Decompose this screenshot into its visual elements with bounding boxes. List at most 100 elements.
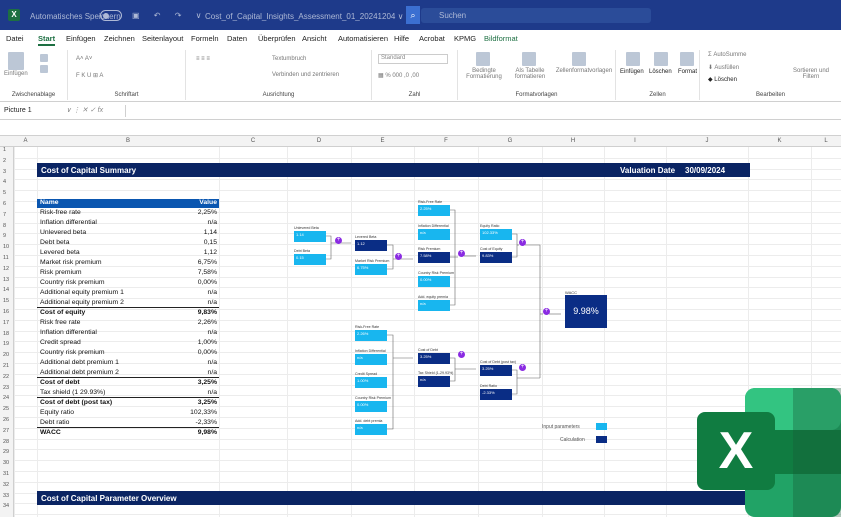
delete-cells-icon[interactable]: [654, 52, 668, 66]
box-label-crp1: Country Risk Premium: [418, 271, 454, 275]
overview-title: Cost of Capital Parameter Overview: [41, 494, 177, 503]
legend-calc-swatch: [596, 436, 607, 443]
box-eqratio[interactable]: 102.33%: [480, 229, 512, 240]
tab-acrobat[interactable]: Acrobat: [419, 34, 445, 43]
box-debtbeta[interactable]: 0.15: [294, 254, 326, 265]
tab-start[interactable]: Start: [38, 34, 56, 46]
format-cells-button[interactable]: Format: [678, 69, 697, 75]
connector-line: [525, 244, 541, 378]
copy-icon[interactable]: [40, 65, 48, 73]
box-rf1[interactable]: 2.25%: [418, 205, 450, 216]
name-box[interactable]: Picture 1: [2, 105, 62, 117]
format-cells-icon[interactable]: [680, 52, 694, 66]
tab-kpmg[interactable]: KPMG: [454, 34, 476, 43]
box-cod[interactable]: 3.25%: [418, 353, 450, 364]
tab-zeichnen[interactable]: Zeichnen: [104, 34, 135, 43]
box-riskprem[interactable]: 7.58%: [418, 252, 450, 263]
font-size-controls[interactable]: A˄ A˅: [76, 56, 92, 62]
tab-hilfe[interactable]: Hilfe: [394, 34, 409, 43]
formula-input[interactable]: [0, 120, 841, 136]
number-format-icons[interactable]: ▦ % 000 ,0 ,00: [378, 72, 419, 79]
clear-button[interactable]: ◆ Löschen: [708, 76, 737, 83]
box-label-rf1: Risk-Free Rate: [418, 200, 443, 204]
fill-label: Ausfüllen: [714, 65, 740, 71]
cell-styles-button[interactable]: Zellenformatvorlagen: [554, 68, 614, 74]
search-input[interactable]: Suchen: [421, 8, 651, 23]
paste-button[interactable]: Einfügen: [4, 71, 28, 77]
connector-line: [326, 235, 332, 260]
box-infl2[interactable]: n/a: [355, 354, 387, 365]
tab-datei[interactable]: Datei: [6, 34, 24, 43]
wrap-text-button[interactable]: Textumbruch: [272, 56, 306, 62]
box-addeq[interactable]: n/a: [418, 300, 450, 311]
format-as-table-button[interactable]: Als Tabelle formatieren: [508, 68, 552, 80]
fill-button[interactable]: ⬇ Ausfüllen: [708, 64, 739, 71]
box-mrp[interactable]: 6.75%: [355, 264, 387, 275]
conditional-format-icon[interactable]: [476, 52, 490, 66]
box-debtratio[interactable]: -2.33%: [480, 389, 512, 400]
group-label-clipboard: Zwischenablage: [11, 92, 56, 98]
box-taxshield[interactable]: n/a: [418, 376, 450, 387]
plus-node-icon: +: [458, 250, 465, 257]
box-infl1[interactable]: n/a: [418, 229, 450, 240]
conditional-format-button[interactable]: Bedingte Formatierung: [462, 68, 506, 80]
box-crp1[interactable]: 0.00%: [418, 276, 450, 287]
box-unlevered[interactable]: 1.14: [294, 231, 326, 242]
fx-icon[interactable]: ∨ ⋮ ✕ ✓ fx: [66, 105, 126, 117]
box-label-taxshield: Tax Shield (1-29.93%): [418, 371, 454, 375]
tab-ansicht[interactable]: Ansicht: [302, 34, 327, 43]
font-style-buttons[interactable]: F K U ⊞ A: [76, 72, 103, 79]
formula-bar: Picture 1 ∨ ⋮ ✕ ✓ fx: [0, 102, 841, 120]
tab-bildformat[interactable]: Bildformat: [484, 34, 518, 43]
group-alignment: Textumbruch Verbinden und zentrieren ≡ ≡…: [186, 50, 372, 100]
merge-center-button[interactable]: Verbinden und zentrieren: [272, 72, 339, 78]
excel-window: X Automatisches Speichern ▣ ↶ ↷ ∨ Cost_o…: [0, 0, 841, 517]
connector-line: [450, 209, 456, 306]
paste-icon[interactable]: [8, 52, 24, 70]
box-label-debtratio: Debt Ratio: [480, 384, 497, 388]
tab-automatisieren[interactable]: Automatisieren: [338, 34, 388, 43]
tab-ueberpruefen[interactable]: Überprüfen: [258, 34, 296, 43]
insert-cells-button[interactable]: Einfügen: [620, 69, 644, 75]
sort-filter-button[interactable]: Sortieren und Filtern: [786, 68, 836, 80]
box-label-codpt: Cost of Debt (post tax): [480, 360, 516, 364]
tab-einfuegen[interactable]: Einfügen: [66, 34, 96, 43]
clear-label: Löschen: [714, 77, 737, 83]
overview-header-band: Cost of Capital Parameter Overview: [37, 491, 750, 505]
box-credit[interactable]: 1.00%: [355, 377, 387, 388]
group-editing: Σ AutoSumme ⬇ Ausfüllen ◆ Löschen Sortie…: [700, 50, 841, 100]
file-name[interactable]: Cost_of_Capital_Insights_Assessment_01_2…: [205, 12, 403, 21]
box-label-credit: Credit Spread: [355, 372, 378, 376]
align-icons[interactable]: ≡ ≡ ≡: [196, 56, 210, 62]
group-label-editing: Bearbeiten: [755, 92, 786, 98]
box-levered[interactable]: 1.12: [355, 240, 387, 251]
box-rf2[interactable]: 2.26%: [355, 330, 387, 341]
box-coe[interactable]: 9.83%: [480, 252, 512, 263]
tab-formeln[interactable]: Formeln: [191, 34, 219, 43]
box-label-eqratio: Equity Ratio: [480, 224, 500, 228]
box-label-debtbeta: Debt Beta: [294, 249, 310, 253]
box-codpt[interactable]: 3.25%: [480, 365, 512, 376]
autosum-button[interactable]: Σ AutoSumme: [708, 52, 746, 58]
box-label-crp2: Country Risk Premium: [355, 396, 391, 400]
legend-input-swatch: [596, 423, 607, 430]
tab-seitenlayout[interactable]: Seitenlayout: [142, 34, 183, 43]
box-adddebt[interactable]: n/a: [355, 424, 387, 435]
wacc-result-box[interactable]: 9.98%: [565, 295, 607, 328]
number-format-select[interactable]: Standard: [378, 54, 448, 64]
group-number: Standard ▦ % 000 ,0 ,00 Zahl: [372, 50, 458, 100]
box-label-coe: Cost of Equity: [480, 247, 503, 251]
cut-icon[interactable]: [40, 54, 48, 62]
box-label-addeq: Add. equity premia: [418, 295, 448, 299]
box-crp2[interactable]: 0.00%: [355, 401, 387, 412]
cell-styles-icon[interactable]: [572, 52, 586, 66]
tab-daten[interactable]: Daten: [227, 34, 247, 43]
format-as-table-icon[interactable]: [522, 52, 536, 66]
insert-cells-icon[interactable]: [626, 52, 640, 66]
delete-cells-button[interactable]: Löschen: [649, 69, 672, 75]
quick-access-toolbar[interactable]: ▣ ↶ ↷ ∨: [132, 11, 208, 20]
search-icon[interactable]: ⌕: [406, 6, 420, 24]
connector-line: [450, 357, 456, 382]
autosave-toggle[interactable]: [100, 10, 122, 21]
legend-input-label: Input parameters: [542, 424, 580, 430]
